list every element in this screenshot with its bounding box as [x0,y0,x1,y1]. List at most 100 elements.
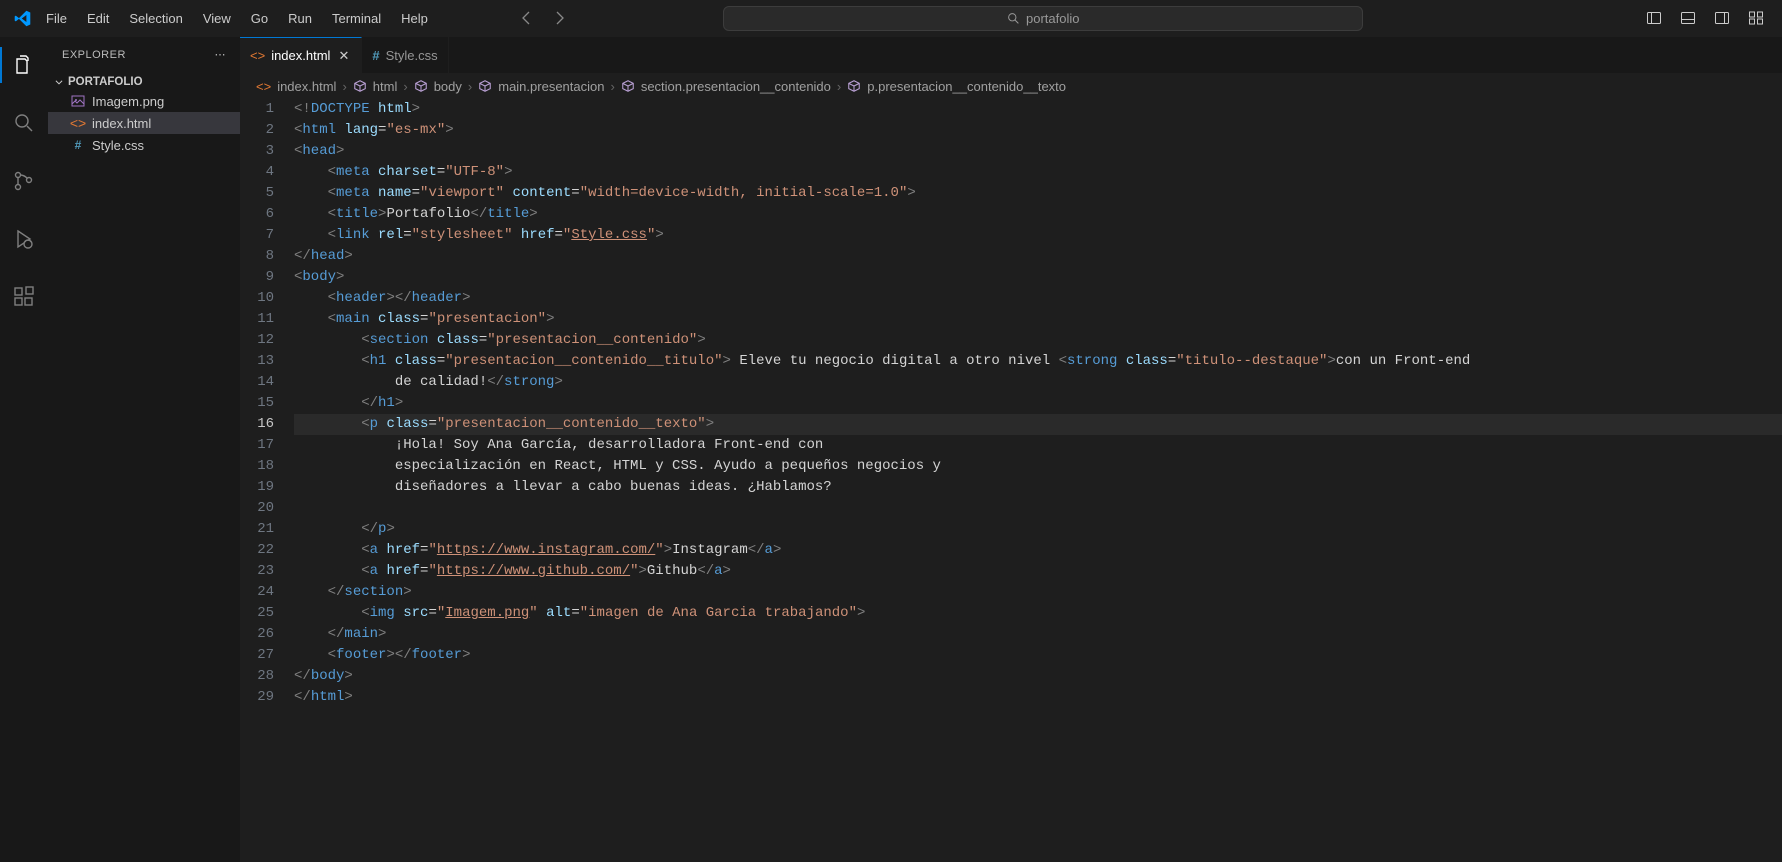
chevron-down-icon [54,77,64,87]
code-line[interactable]: especialización en React, HTML y CSS. Ay… [294,456,1782,477]
file-item[interactable]: Imagem.png [48,90,240,112]
file-name: index.html [92,116,151,131]
code-line[interactable]: </p> [294,519,1782,540]
code-line[interactable]: <body> [294,267,1782,288]
sidebar-header: EXPLORER ⋯ [48,37,240,72]
breadcrumb-item[interactable]: main.presentacion [498,79,604,94]
file-icon: # [372,48,379,63]
code-line[interactable]: <title>Portafolio</title> [294,204,1782,225]
image-icon [70,93,86,109]
titlebar: FileEditSelectionViewGoRunTerminalHelp p… [0,0,1782,37]
menu-terminal[interactable]: Terminal [322,5,391,32]
code-line[interactable]: <footer></footer> [294,645,1782,666]
layout-bottom-icon[interactable] [1680,10,1696,26]
breadcrumb-icon [847,79,861,93]
code-line[interactable]: <a href="https://www.instagram.com/">Ins… [294,540,1782,561]
sidebar-title: EXPLORER [62,49,126,61]
code-line[interactable]: </body> [294,666,1782,687]
code-line[interactable]: diseñadores a llevar a cabo buenas ideas… [294,477,1782,498]
nav-back-icon[interactable] [518,10,534,26]
menu-file[interactable]: File [36,5,77,32]
sidebar-folder[interactable]: PORTAFOLIO [48,74,240,90]
menu-bar: FileEditSelectionViewGoRunTerminalHelp [36,5,438,32]
code-line[interactable]: <header></header> [294,288,1782,309]
breadcrumb-icon [621,79,635,93]
breadcrumb-icon [414,79,428,93]
code-area[interactable]: 1234567891011121314151617181920212223242… [240,99,1782,862]
vscode-logo-icon [8,10,36,27]
code[interactable]: <!DOCTYPE html><html lang="es-mx"><head>… [294,99,1782,862]
code-line[interactable]: ¡Hola! Soy Ana García, desarrolladora Fr… [294,435,1782,456]
code-line[interactable]: <p class="presentacion__contenido__texto… [294,414,1782,435]
code-line[interactable]: <h1 class="presentacion__contenido__titu… [294,351,1782,372]
file-name: Style.css [92,138,144,153]
chevron-right-icon: › [468,79,472,94]
breadcrumb-icon [353,79,367,93]
layout-left-icon[interactable] [1646,10,1662,26]
layout-right-icon[interactable] [1714,10,1730,26]
code-line[interactable]: <head> [294,141,1782,162]
breadcrumb-item[interactable]: html [373,79,398,94]
code-line[interactable]: <section class="presentacion__contenido"… [294,330,1782,351]
code-line[interactable]: <a href="https://www.github.com/">Github… [294,561,1782,582]
titlebar-right [1646,10,1774,26]
activity-explorer[interactable] [0,47,48,83]
code-line[interactable] [294,498,1782,519]
nav-forward-icon[interactable] [552,10,568,26]
tab[interactable]: #Style.css [362,37,448,73]
chevron-right-icon: › [403,79,407,94]
menu-selection[interactable]: Selection [119,5,192,32]
breadcrumbs[interactable]: <> index.html › html › body › main.presentacion… [240,73,1782,99]
code-line[interactable]: <main class="presentacion"> [294,309,1782,330]
code-line[interactable]: </section> [294,582,1782,603]
menu-view[interactable]: View [193,5,241,32]
css-icon: # [70,138,86,152]
activity-extensions[interactable] [0,279,48,315]
file-name: Imagem.png [92,94,164,109]
code-line[interactable]: <!DOCTYPE html> [294,99,1782,120]
chevron-right-icon: › [610,79,614,94]
activity-search[interactable] [0,105,48,141]
search-text: portafolio [1026,11,1079,26]
breadcrumb-item[interactable]: index.html [277,79,336,94]
tab[interactable]: <> index.html ✕ [240,37,362,73]
tabs: <> index.html ✕ #Style.css [240,37,1782,73]
code-line[interactable]: <meta name="viewport" content="width=dev… [294,183,1782,204]
menu-go[interactable]: Go [241,5,278,32]
code-line[interactable]: </head> [294,246,1782,267]
menu-help[interactable]: Help [391,5,438,32]
code-line[interactable]: <html lang="es-mx"> [294,120,1782,141]
breadcrumb-item[interactable]: p.presentacion__contenido__texto [867,79,1066,94]
search-box[interactable]: portafolio [723,6,1363,31]
file-item[interactable]: <> index.html [48,112,240,134]
more-icon[interactable]: ⋯ [215,48,227,61]
breadcrumb-item[interactable]: section.presentacion__contenido [641,79,831,94]
chevron-right-icon: › [342,79,346,94]
code-line[interactable]: </html> [294,687,1782,708]
activity-source-control[interactable] [0,163,48,199]
tab-label: index.html [271,48,330,63]
file-item[interactable]: # Style.css [48,134,240,156]
layout-grid-icon[interactable] [1748,10,1764,26]
code-line[interactable]: de calidad!</strong> [294,372,1782,393]
file-icon: <> [250,48,265,63]
editor: <>index.html✕#Style.css <>index.html›htm… [240,37,1782,862]
activity-run-debug[interactable] [0,221,48,257]
chevron-right-icon: › [837,79,841,94]
folder-name: PORTAFOLIO [68,76,143,88]
code-line[interactable]: </main> [294,624,1782,645]
code-line[interactable]: </h1> [294,393,1782,414]
menu-edit[interactable]: Edit [77,5,119,32]
close-icon[interactable]: ✕ [336,46,351,66]
menu-run[interactable]: Run [278,5,322,32]
breadcrumb-item[interactable]: body [434,79,462,94]
nav-arrows [518,10,568,26]
html-icon: <> [70,115,86,131]
breadcrumb-icon: <> [256,79,271,94]
code-line[interactable]: <meta charset="UTF-8"> [294,162,1782,183]
breadcrumb-icon [478,79,492,93]
activity-bar [0,37,48,862]
code-line[interactable]: <img src="Imagem.png" alt="imagen de Ana… [294,603,1782,624]
sidebar: EXPLORER ⋯ PORTAFOLIO Imagem.png <> index.… [48,37,240,862]
code-line[interactable]: <link rel="stylesheet" href="Style.css"> [294,225,1782,246]
